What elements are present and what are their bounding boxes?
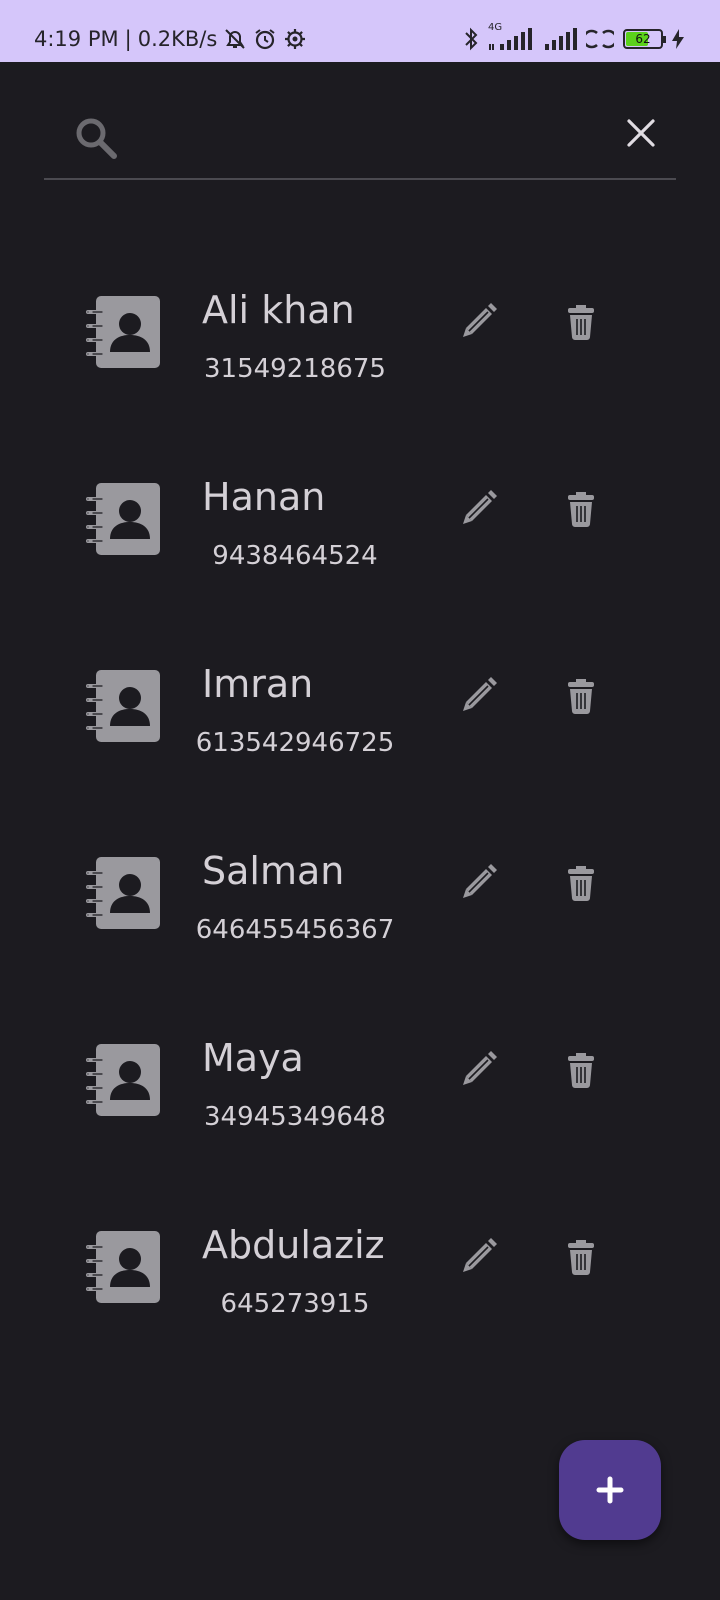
settings-icon <box>285 29 306 49</box>
trash-icon[interactable] <box>566 489 596 527</box>
pencil-icon[interactable] <box>458 861 500 903</box>
contact-book-icon <box>86 483 160 555</box>
contact-phone: 31549218675 <box>204 354 386 384</box>
alarm-icon <box>255 29 275 50</box>
contact-phone: 9438464524 <box>212 541 378 571</box>
contact-book-icon <box>86 857 160 929</box>
contact-row[interactable]: Salman 646455456367 <box>0 833 720 973</box>
status-time: 4:19 PM <box>34 27 119 51</box>
add-contact-button[interactable] <box>559 1440 661 1540</box>
contact-book-icon <box>86 1044 160 1116</box>
status-bar: 4:19 PM | 0.2KB/s 4G 62 <box>0 0 720 62</box>
battery-icon: 62 <box>623 29 666 49</box>
contact-phone: 645273915 <box>220 1289 370 1319</box>
trash-icon[interactable] <box>566 302 596 340</box>
signal-icon <box>545 28 577 50</box>
pencil-icon[interactable] <box>458 1048 500 1090</box>
pencil-icon[interactable] <box>458 1235 500 1277</box>
pencil-icon[interactable] <box>458 487 500 529</box>
contact-row[interactable]: Ali khan 31549218675 <box>0 272 720 412</box>
bluetooth-icon <box>465 27 478 51</box>
close-icon[interactable] <box>624 116 658 150</box>
status-bar-left: 4:19 PM | 0.2KB/s <box>34 22 307 56</box>
contact-row[interactable]: Imran 613542946725 <box>0 646 720 786</box>
contact-name: Maya <box>202 1036 304 1080</box>
signal-icon: 4G <box>488 22 534 52</box>
trash-icon[interactable] <box>566 1237 596 1275</box>
hotspot-icon <box>586 29 614 49</box>
contact-name: Ali khan <box>202 288 355 332</box>
contact-book-icon <box>86 670 160 742</box>
plus-icon <box>596 1476 624 1504</box>
status-bar-right: 4G 62 <box>463 22 684 56</box>
contact-book-icon <box>86 296 160 368</box>
trash-icon[interactable] <box>566 1050 596 1088</box>
search-bar <box>44 100 676 180</box>
contact-name: Abdulaziz <box>202 1223 385 1267</box>
trash-icon[interactable] <box>566 863 596 901</box>
contact-name: Imran <box>202 662 314 706</box>
contact-phone: 613542946725 <box>195 728 395 758</box>
pencil-icon[interactable] <box>458 300 500 342</box>
pencil-icon[interactable] <box>458 674 500 716</box>
search-icon <box>76 118 117 159</box>
contact-book-icon <box>86 1231 160 1303</box>
search-input[interactable] <box>134 118 578 160</box>
trash-icon[interactable] <box>566 676 596 714</box>
contact-name: Salman <box>202 849 345 893</box>
status-separator: | <box>124 27 132 51</box>
contact-name: Hanan <box>202 475 326 519</box>
contact-phone: 34945349648 <box>204 1102 386 1132</box>
charging-icon <box>672 29 684 49</box>
contact-row[interactable]: Hanan 9438464524 <box>0 459 720 599</box>
contact-row[interactable]: Abdulaziz 645273915 <box>0 1207 720 1347</box>
contact-row[interactable]: Maya 34945349648 <box>0 1020 720 1160</box>
status-net-speed: 0.2KB/s <box>137 27 218 51</box>
mute-icon <box>225 29 246 49</box>
contact-phone: 646455456367 <box>195 915 395 945</box>
battery-level: 62 <box>635 32 651 46</box>
